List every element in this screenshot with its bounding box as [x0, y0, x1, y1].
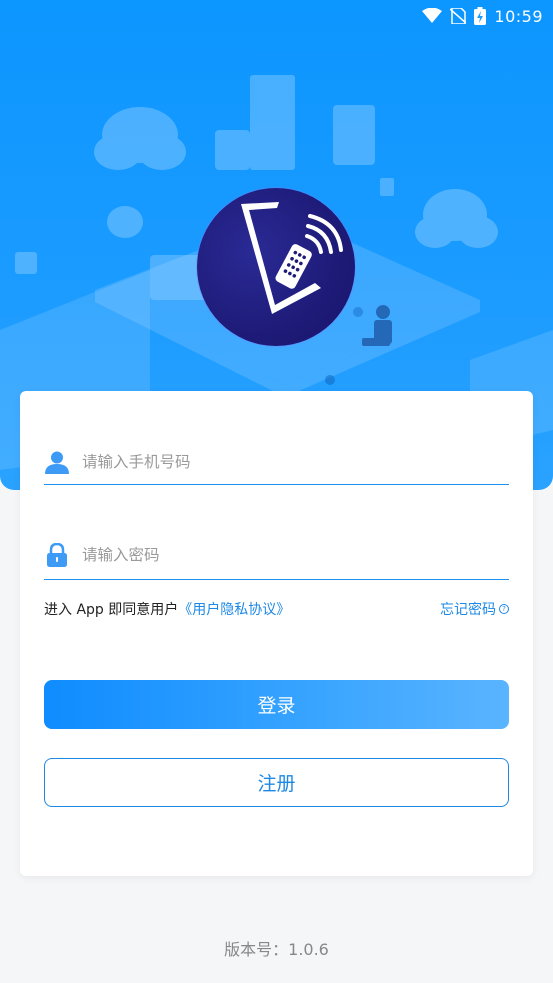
status-bar: 10:59 — [0, 0, 553, 32]
status-time: 10:59 — [494, 6, 543, 26]
password-field — [44, 531, 509, 580]
help-icon: ? — [499, 604, 509, 614]
agreement-prefix: 进入 App 即同意用户 — [44, 602, 179, 618]
wifi-icon — [422, 8, 443, 23]
app-logo — [197, 188, 355, 346]
login-button[interactable]: 登录 — [44, 680, 509, 729]
privacy-policy-link[interactable]: 《用户隐私协议》 — [178, 602, 290, 618]
no-sim-icon — [450, 8, 467, 24]
remote-control-logo-icon — [241, 202, 343, 314]
lock-icon — [44, 542, 70, 568]
version-label: 版本号：1.0.6 — [224, 940, 329, 959]
forgot-password-label: 忘记密码 — [440, 602, 496, 618]
phone-input[interactable] — [82, 446, 482, 477]
login-card: 进入 App 即同意用户《用户隐私协议》 忘记密码 ? 登录 注册 — [20, 391, 533, 876]
forgot-password-link[interactable]: 忘记密码 ? — [440, 599, 509, 619]
phone-field — [44, 439, 509, 485]
password-input[interactable] — [82, 540, 482, 570]
user-icon — [44, 449, 70, 475]
battery-charging-icon — [474, 7, 487, 25]
register-button[interactable]: 注册 — [44, 758, 509, 807]
agreement-text: 进入 App 即同意用户《用户隐私协议》 — [44, 599, 290, 619]
